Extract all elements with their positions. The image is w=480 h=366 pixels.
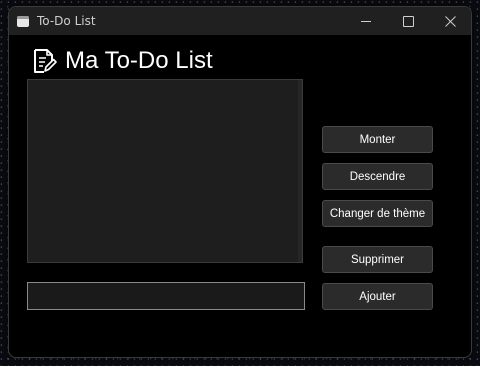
change-theme-button[interactable]: Changer de thème [322,200,433,227]
close-button[interactable] [429,7,471,35]
app-header: Ma To-Do List [33,47,213,75]
close-icon [444,15,456,27]
move-down-button[interactable]: Descendre [322,163,433,190]
task-input[interactable] [27,282,305,310]
minimize-icon [361,20,371,22]
maximize-button[interactable] [387,7,429,35]
list-scrollbar[interactable] [298,80,302,262]
add-button[interactable]: Ajouter [322,283,433,310]
app-window-icon [17,15,29,27]
page-title: Ma To-Do List [65,47,213,74]
title-bar[interactable]: To-Do List [9,7,471,35]
delete-button[interactable]: Supprimer [322,246,433,273]
note-edit-icon [34,49,57,73]
app-window: To-Do List Ma To-Do List Monter Descendr… [8,6,472,358]
window-title: To-Do List [37,14,96,28]
minimize-button[interactable] [345,7,387,35]
maximize-icon [402,15,414,27]
move-up-button[interactable]: Monter [322,126,433,153]
task-listbox[interactable] [27,79,303,263]
